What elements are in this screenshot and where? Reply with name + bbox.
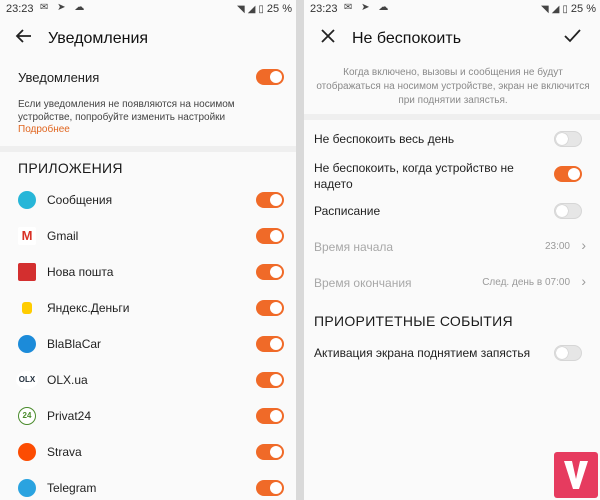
status-notification-icons: ✉ ➤ ☁ [40,2,88,13]
dnd-description: Когда включено, вызовы и сообщения не бу… [316,67,590,106]
app-row[interactable]: M Gmail [0,220,296,252]
dnd-not-worn-label: Не беспокоить, когда устройство не надет… [314,161,514,191]
app-row[interactable]: Яндекс.Деньги [0,292,296,324]
notifications-toggle[interactable] [256,69,284,85]
status-time: 23:23 [310,3,338,15]
start-time-label: Время начала [314,240,394,254]
messages-icon [18,191,36,209]
wrist-activation-label: Активация экрана поднятием запястья [314,346,531,360]
notifications-screen: 23:23 ✉ ➤ ☁ ◥ ◢ ▯ 25 % Уведомления Уведомле… [0,0,296,500]
app-notification-toggle[interactable] [256,480,284,496]
battery-level: 25 % [570,3,596,15]
app-notification-toggle[interactable] [256,336,284,352]
dnd-all-day-label: Не беспокоить весь день [314,132,455,146]
app-notification-toggle[interactable] [256,300,284,316]
app-bar: Не беспокоить [304,26,600,54]
app-notification-toggle[interactable] [256,264,284,280]
signal-icon: ◢ [247,4,256,15]
more-link[interactable]: Подробнее [18,124,70,135]
blablacar-icon [18,335,36,353]
app-name: Нова пошта [47,265,114,279]
notifications-hint: Если уведомления не появляются на носимо… [18,99,235,123]
app-notification-toggle[interactable] [256,408,284,424]
signal-icon: ◢ [551,4,560,15]
app-row[interactable]: 24 Privat24 [0,400,296,432]
apps-section-title: ПРИЛОЖЕНИЯ [18,160,123,176]
app-name: Privat24 [47,409,92,423]
app-bar: Уведомления [0,26,296,54]
schedule-label: Расписание [314,204,381,218]
dnd-all-day-toggle[interactable] [554,131,582,147]
gmail-icon: M [18,227,36,245]
status-right: ◥ ◢ ▯ 25 % [237,3,292,15]
notifications-label: Уведомления [18,70,100,85]
app-notification-toggle[interactable] [256,192,284,208]
app-row[interactable]: BlaBlaCar [0,328,296,360]
app-name: BlaBlaCar [47,337,102,351]
app-name: OLX.ua [47,373,88,387]
app-name: Strava [47,445,82,459]
divider [0,146,296,152]
watermark-logo [554,452,598,498]
dnd-all-day-row[interactable]: Не беспокоить весь день [304,128,600,150]
privat24-icon: 24 [18,407,36,425]
chevron-right-icon: › [581,237,586,253]
battery-level: 25 % [266,3,292,15]
app-row[interactable]: Сообщения [0,184,296,216]
dnd-not-worn-row[interactable]: Не беспокоить, когда устройство не надет… [304,158,600,192]
wrist-activation-toggle[interactable] [554,345,582,361]
page-title: Не беспокоить [352,30,462,47]
wrist-activation-row[interactable]: Активация экрана поднятием запястья [304,342,600,364]
divider [304,114,600,120]
app-row[interactable]: OLX OLX.ua [0,364,296,396]
do-not-disturb-screen: 23:23 ✉ ➤ ☁ ◥ ◢ ▯ 25 % Не беспокоить Когда … [304,0,600,500]
olx-icon: OLX [16,371,38,389]
end-time-value: След. день в 07:00 [482,277,570,288]
app-notification-toggle[interactable] [256,228,284,244]
app-row[interactable]: Нова пошта [0,256,296,288]
yandex-money-icon [22,302,32,314]
app-row[interactable]: Strava [0,436,296,468]
battery-icon: ▯ [258,4,264,15]
app-name: Telegram [47,481,97,495]
end-time-row[interactable]: Время окончания След. день в 07:00 › [304,272,600,294]
status-right: ◥ ◢ ▯ 25 % [541,3,596,15]
priority-section-title: ПРИОРИТЕТНЫЕ СОБЫТИЯ [314,313,513,329]
schedule-row[interactable]: Расписание [304,200,600,222]
end-time-label: Время окончания [314,276,412,290]
nova-poshta-icon [18,263,36,281]
schedule-toggle[interactable] [554,203,582,219]
telegram-icon [18,479,36,497]
strava-icon [18,443,36,461]
status-notification-icons: ✉ ➤ ☁ [344,2,392,13]
back-icon[interactable] [14,26,38,52]
app-notification-toggle[interactable] [256,444,284,460]
dnd-not-worn-toggle[interactable] [554,166,582,182]
start-time-value: 23:00 [544,241,570,252]
app-row[interactable]: Telegram [0,472,296,500]
wifi-icon: ◥ [541,4,549,15]
chevron-right-icon: › [581,273,586,289]
battery-icon: ▯ [562,4,568,15]
status-time: 23:23 [6,3,34,15]
status-bar: 23:23 ✉ ➤ ☁ ◥ ◢ ▯ 25 % [304,0,600,18]
status-bar: 23:23 ✉ ➤ ☁ ◥ ◢ ▯ 25 % [0,0,296,18]
app-name: Сообщения [47,193,113,207]
start-time-row[interactable]: Время начала 23:00 › [304,236,600,258]
check-icon[interactable] [562,26,586,52]
app-name: Gmail [47,229,79,243]
app-name: Яндекс.Деньги [47,301,130,315]
app-notification-toggle[interactable] [256,372,284,388]
page-title: Уведомления [48,30,149,47]
close-icon[interactable] [318,26,342,52]
wifi-icon: ◥ [237,4,245,15]
